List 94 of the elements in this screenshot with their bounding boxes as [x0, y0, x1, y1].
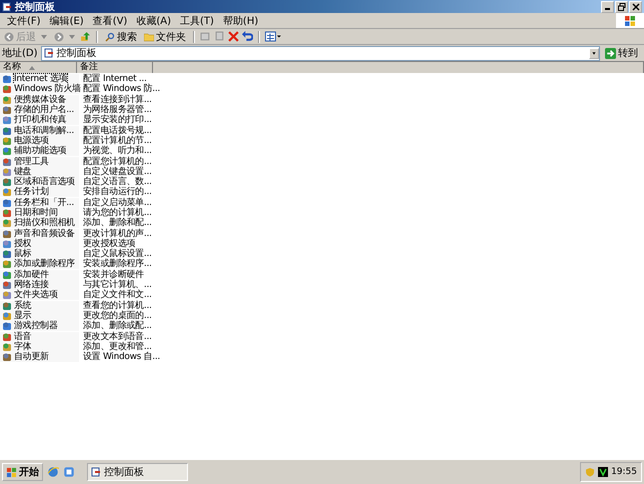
- applet-icon: [2, 280, 12, 290]
- applet-icon: [2, 332, 12, 342]
- item-comment: 自定义鼠标设置...: [82, 249, 152, 260]
- caret-icon: [41, 34, 47, 38]
- applet-icon: [2, 105, 12, 116]
- item-comment: 为视觉、听力和...: [82, 146, 152, 156]
- item-comment: 自定义键盘设置...: [82, 166, 152, 177]
- item-comment: 更改计算机的声...: [82, 228, 152, 239]
- minimize-icon: [605, 8, 610, 10]
- item-comment: 设置 Windows 自...: [82, 352, 160, 362]
- menu-item[interactable]: 文件(F): [4, 14, 47, 28]
- applet-icon: [2, 84, 12, 94]
- item-comment: 配置 Internet ...: [82, 74, 147, 84]
- item-comment: 查看连接到计算...: [82, 94, 152, 105]
- item-comment: 自定义语言、数...: [82, 177, 152, 188]
- item-comment: 添加、删除和配...: [82, 218, 152, 228]
- applet-icon: [2, 187, 12, 198]
- search-icon: [105, 32, 115, 42]
- applet-icon: [2, 238, 12, 249]
- item-comment: 配置 Windows 防...: [82, 84, 160, 94]
- caret-icon: [69, 34, 75, 38]
- item-comment: 配置您计算机的...: [82, 156, 152, 167]
- window-title: 控制面板: [15, 0, 56, 14]
- applet-icon: [2, 228, 12, 239]
- menu-item[interactable]: 工具(T): [177, 14, 220, 28]
- item-comment: 安装并诊断硬件: [82, 270, 144, 280]
- column-header[interactable]: 备注: [77, 62, 153, 73]
- item-comment: 安装或删除程序...: [82, 259, 152, 270]
- item-comment: 为网络服务器管...: [82, 105, 152, 116]
- item-comment: 添加、删除或配...: [82, 321, 152, 332]
- taskbar-button[interactable]: 控制面板: [87, 463, 188, 481]
- applet-icon: [2, 198, 12, 208]
- applet-icon: [2, 218, 12, 228]
- search-button[interactable]: 搜索: [103, 30, 139, 44]
- applet-icon: [2, 146, 12, 156]
- applet-icon: [2, 310, 12, 321]
- menu-item[interactable]: 查看(V): [90, 14, 134, 28]
- applet-icon: [2, 300, 12, 311]
- applet-icon: [2, 352, 12, 362]
- item-comment: 更改您的桌面的...: [82, 310, 152, 321]
- applet-icon: [2, 126, 12, 136]
- forward-arrow-icon: [54, 32, 64, 42]
- menu-item[interactable]: 编辑(E): [46, 14, 90, 28]
- applet-icon: [2, 249, 12, 260]
- applet-icon: [2, 115, 12, 126]
- applet-icon: [2, 166, 12, 177]
- browser-icon[interactable]: [47, 466, 59, 478]
- delete-icon[interactable]: [228, 31, 239, 42]
- undo-icon[interactable]: [242, 31, 253, 42]
- back-arrow-icon: [4, 32, 14, 42]
- forward-button[interactable]: [52, 32, 77, 42]
- item-comment: 请为您的计算机...: [82, 208, 152, 218]
- up-arrow-icon[interactable]: [80, 31, 91, 42]
- applet-icon: [2, 74, 12, 84]
- applet-icon: [2, 290, 12, 300]
- folders-button[interactable]: 文件夹: [142, 30, 188, 44]
- applet-icon: [2, 342, 12, 352]
- item-comment: 配置计算机的节...: [82, 136, 152, 146]
- applet-icon: [2, 321, 12, 332]
- menu-item[interactable]: 帮助(H): [220, 14, 264, 28]
- go-button[interactable]: 转到: [603, 46, 642, 60]
- item-comment: 与其它计算机、...: [82, 280, 152, 290]
- item-comment: 安排自动运行的...: [82, 187, 152, 198]
- applet-icon: [2, 94, 12, 105]
- menu-item[interactable]: 收藏(A): [133, 14, 177, 28]
- item-comment: 显示安装的打印...: [82, 115, 152, 126]
- clock: 19:55: [611, 467, 637, 477]
- applet-icon: [2, 259, 12, 270]
- item-comment: 自定义启动菜单...: [82, 198, 152, 208]
- applet-icon: [2, 208, 12, 218]
- item-comment: 更改授权选项: [82, 238, 136, 249]
- item-comment: 配置电话拨号规...: [82, 126, 152, 136]
- start-button[interactable]: 开始: [2, 463, 43, 481]
- restore-button[interactable]: [615, 0, 628, 12]
- applet-icon: [2, 177, 12, 188]
- minimize-button[interactable]: [601, 0, 614, 12]
- applet-icon: [2, 270, 12, 280]
- item-comment: 添加、更改和管...: [82, 342, 152, 352]
- views-icon[interactable]: [265, 31, 281, 42]
- address-field[interactable]: 控制面板: [40, 46, 600, 60]
- sort-arrow-icon: [29, 66, 35, 70]
- address-label: 地址(D): [2, 46, 38, 60]
- column-header[interactable]: 名称: [0, 62, 77, 73]
- windows-logo-icon: [6, 466, 17, 478]
- windows-logo-icon: [616, 13, 644, 28]
- item-comment: 更改文本到语音...: [82, 332, 152, 342]
- item-comment: 查看您的计算机...: [82, 300, 152, 311]
- close-button[interactable]: [629, 0, 642, 12]
- applet-icon: [2, 156, 12, 167]
- restore-icon: [618, 2, 626, 10]
- close-icon: [632, 2, 640, 10]
- applet-icon: [2, 136, 12, 146]
- arrow-icon: [605, 48, 616, 58]
- item-comment: 自定义文件和文...: [82, 290, 152, 300]
